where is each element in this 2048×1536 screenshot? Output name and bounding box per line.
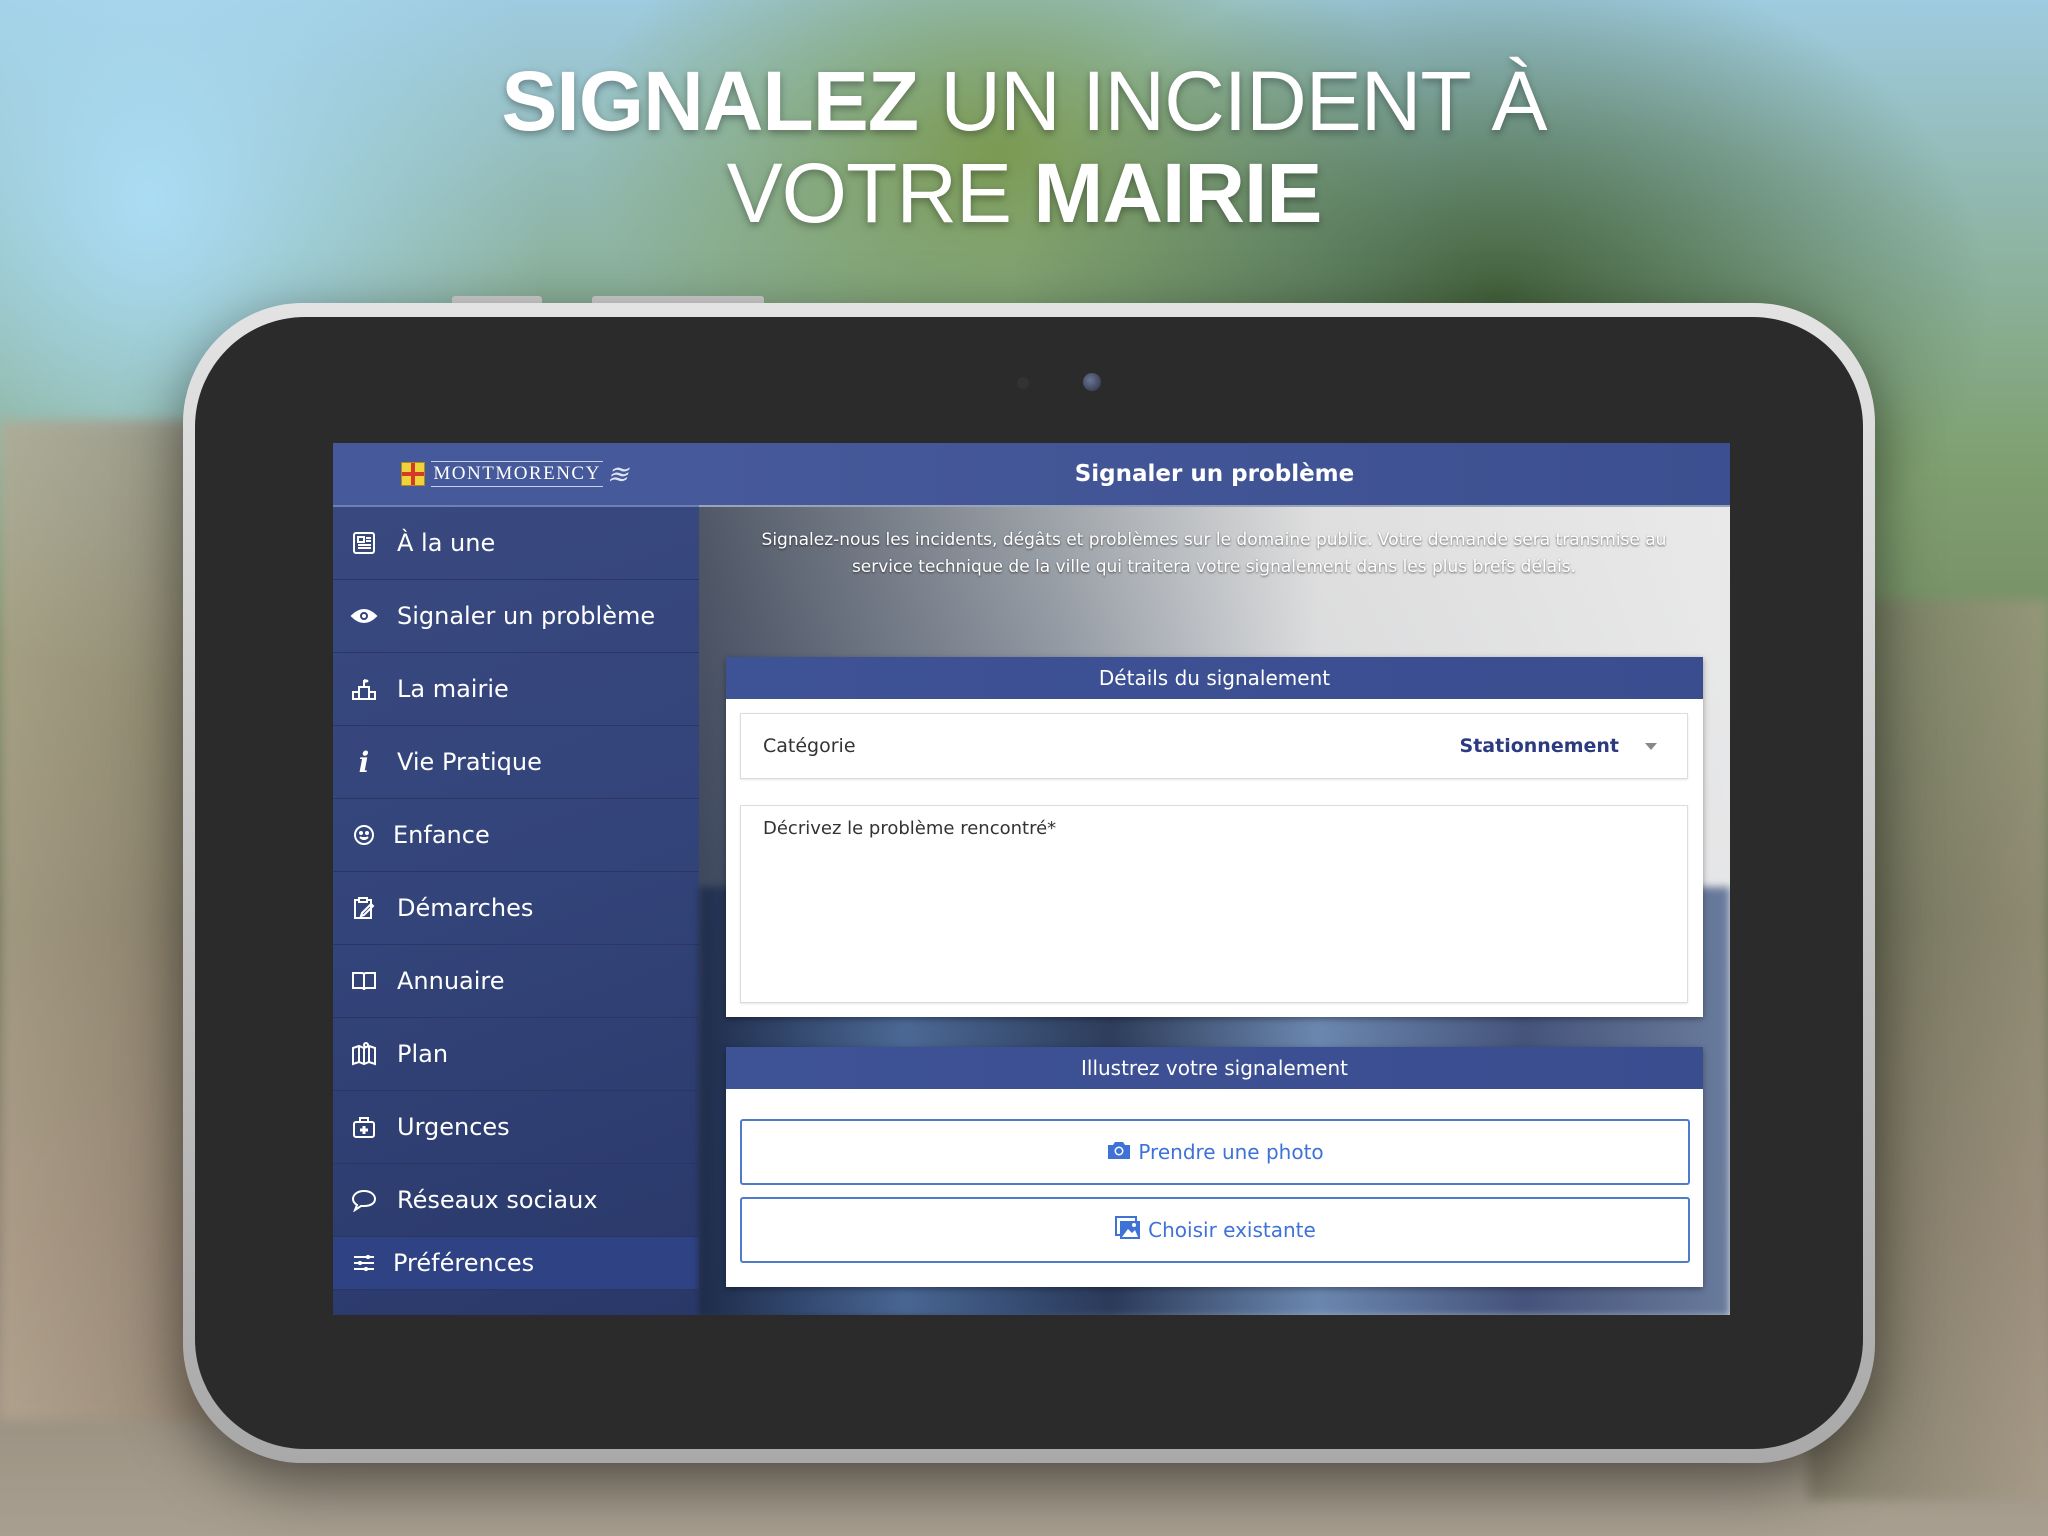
description-placeholder: Décrivez le problème rencontré*	[763, 818, 1057, 839]
sidebar-item-annuaire[interactable]: Annuaire	[333, 945, 699, 1018]
sidebar-item-plan[interactable]: Plan	[333, 1018, 699, 1091]
tablet-camera	[1083, 373, 1101, 391]
wing-icon: ≋	[604, 459, 635, 489]
sidebar-item-label: À la une	[397, 529, 496, 557]
chevron-down-icon	[1645, 742, 1657, 750]
sidebar-item-label: Annuaire	[397, 967, 505, 995]
category-label: Catégorie	[763, 735, 856, 757]
sidebar-item-la-mairie[interactable]: La mairie	[333, 653, 699, 726]
newspaper-icon	[349, 528, 379, 558]
headline-text-2: VOTRE	[726, 146, 1034, 240]
camera-icon	[1106, 1139, 1132, 1166]
sidebar-item-label: Préférences	[393, 1249, 535, 1277]
sidebar-item-label: Démarches	[397, 894, 534, 922]
sidebar-item-enfance[interactable]: Enfance	[333, 799, 699, 872]
category-select[interactable]: Catégorie Stationnement	[740, 713, 1688, 779]
logo-text: MONTMORENCY	[431, 461, 603, 487]
map-icon	[349, 1039, 379, 1069]
details-card: Détails du signalement Catégorie Station…	[726, 657, 1703, 1017]
choose-existing-button[interactable]: Choisir existante	[740, 1197, 1690, 1263]
clipboard-edit-icon	[349, 893, 379, 923]
sidebar-item-preferences[interactable]: Préférences	[333, 1237, 699, 1290]
choose-existing-label: Choisir existante	[1148, 1218, 1316, 1242]
sidebar-item-urgences[interactable]: Urgences	[333, 1091, 699, 1164]
logo-bar[interactable]: MONTMORENCY ≋	[333, 443, 699, 507]
sidebar-item-label: Plan	[397, 1040, 449, 1068]
medical-kit-icon	[349, 1112, 379, 1142]
intro-text: Signalez-nous les incidents, dégâts et p…	[761, 530, 1667, 577]
illustrate-card-header: Illustrez votre signalement	[726, 1047, 1703, 1089]
tablet-sensor	[1017, 377, 1029, 389]
sidebar-item-label: La mairie	[397, 675, 509, 703]
sidebar-item-label: Enfance	[393, 821, 490, 849]
page-title-bar: Signaler un problème	[699, 443, 1730, 507]
sidebar-item-label: Vie Pratique	[397, 748, 542, 776]
main-content[interactable]: Signalez-nous les incidents, dégâts et p…	[699, 507, 1730, 1315]
headline-line-1: SIGNALEZ UN INCIDENT À	[0, 55, 2048, 147]
illustrate-card: Illustrez votre signalement Prendre une …	[726, 1047, 1703, 1287]
page-title: Signaler un problème	[1074, 461, 1355, 487]
headline-text-1: UN INCIDENT À	[918, 54, 1547, 148]
take-photo-label: Prendre une photo	[1138, 1140, 1324, 1164]
sidebar-item-reseaux-sociaux[interactable]: Réseaux sociaux	[333, 1164, 699, 1237]
category-value: Stationnement	[1459, 735, 1619, 757]
description-textarea[interactable]: Décrivez le problème rencontré*	[740, 805, 1688, 1003]
eye-icon	[349, 601, 379, 631]
sidebar-item-a-la-une[interactable]: À la une	[333, 507, 699, 580]
crest-icon	[401, 462, 426, 486]
headline-bold-1: SIGNALEZ	[501, 54, 919, 148]
promo-headline: SIGNALEZ UN INCIDENT À VOTRE MAIRIE	[0, 55, 2048, 239]
smiley-icon	[349, 820, 379, 850]
headline-line-2: VOTRE MAIRIE	[0, 147, 2048, 239]
take-photo-button[interactable]: Prendre une photo	[740, 1119, 1690, 1185]
sidebar-item-vie-pratique[interactable]: i Vie Pratique	[333, 726, 699, 799]
gallery-icon	[1114, 1215, 1142, 1246]
book-icon	[349, 966, 379, 996]
sidebar: MONTMORENCY ≋ À la une Signaler un probl…	[333, 443, 701, 1315]
speech-bubble-icon	[349, 1185, 379, 1215]
sidebar-item-demarches[interactable]: Démarches	[333, 872, 699, 945]
town-hall-icon	[349, 674, 379, 704]
sliders-icon	[349, 1248, 379, 1278]
sidebar-item-label: Signaler un problème	[397, 602, 656, 630]
info-icon: i	[358, 745, 370, 779]
headline-bold-2: MAIRIE	[1033, 146, 1322, 240]
details-card-header: Détails du signalement	[726, 657, 1703, 699]
sidebar-item-label: Urgences	[397, 1113, 510, 1141]
app-screen: MONTMORENCY ≋ À la une Signaler un probl…	[333, 443, 1730, 1315]
sidebar-item-signaler[interactable]: Signaler un problème	[333, 580, 699, 653]
sidebar-item-label: Réseaux sociaux	[397, 1186, 598, 1214]
